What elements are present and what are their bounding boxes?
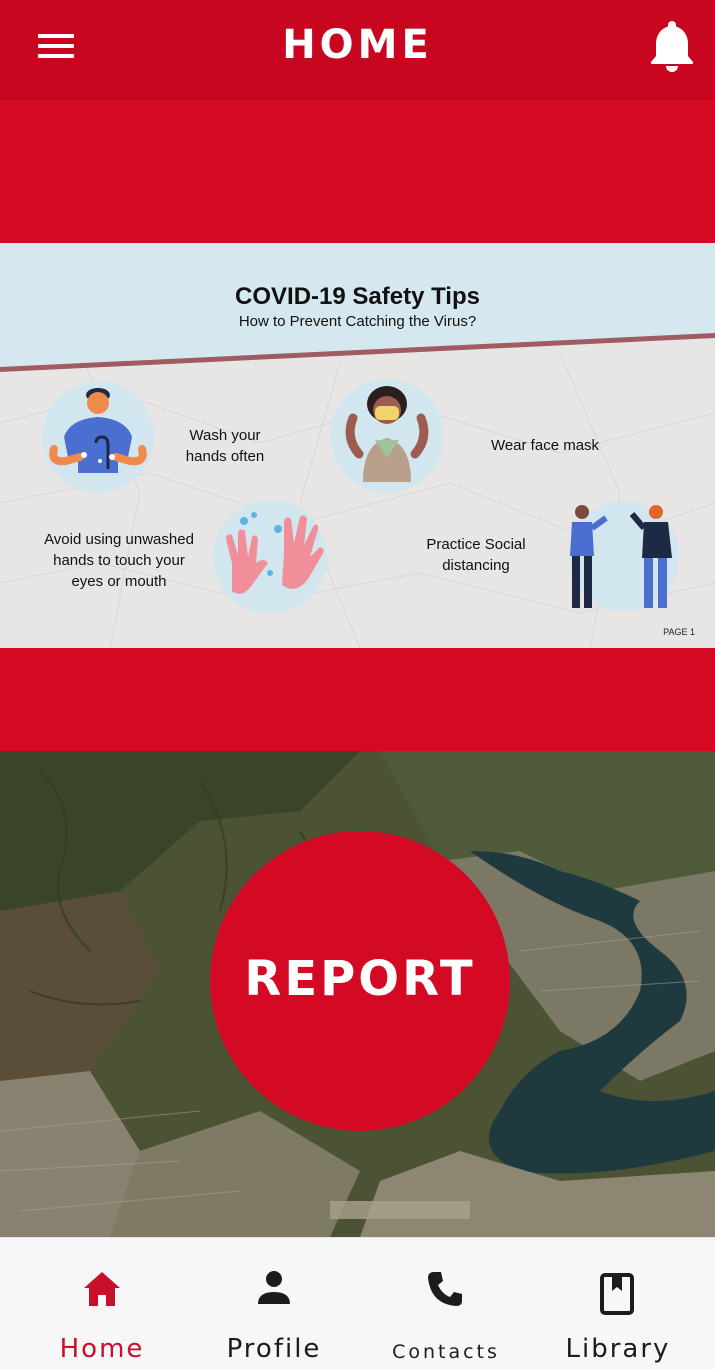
red-band-middle — [0, 648, 715, 751]
banner-page-label: PAGE 1 — [663, 627, 695, 637]
nav-label-contacts: Contacts — [392, 1341, 500, 1363]
banner-subtitle: How to Prevent Catching the Virus? — [238, 313, 477, 330]
nav-label-profile: Profile — [226, 1334, 322, 1364]
safety-tips-banner[interactable]: COVID-19 Safety Tips How to Prevent Catc… — [0, 243, 715, 648]
report-button-label: REPORT — [244, 951, 476, 1007]
tip-label-avoid-touching: Avoid using unwashed hands to touch your… — [44, 531, 194, 590]
book-icon — [600, 1273, 634, 1315]
phone-icon — [428, 1272, 462, 1306]
tip-label-wash-hands: Wash your hands often — [185, 427, 265, 465]
tip-label-social-distancing: Practice Social distancing — [426, 536, 526, 574]
nav-item-library[interactable]: Library — [558, 1238, 678, 1369]
red-band-top — [0, 100, 715, 243]
tip-label-face-mask: Wear face mask — [490, 437, 600, 454]
gloves-illustration — [213, 500, 327, 614]
social-distancing-illustration — [569, 501, 679, 611]
nav-item-profile[interactable]: Profile — [210, 1238, 338, 1369]
handwashing-illustration — [42, 381, 154, 493]
banner-title: COVID-19 Safety Tips — [235, 283, 480, 310]
person-icon — [258, 1271, 290, 1304]
nav-label-home: Home — [59, 1334, 145, 1364]
page-title: HOME — [282, 22, 433, 68]
home-icon — [84, 1272, 120, 1306]
top-app-bar: HOME — [0, 0, 715, 100]
nav-item-contacts[interactable]: Contacts — [384, 1238, 508, 1369]
bottom-navigation-bar: Home Profile Contacts Library — [0, 1237, 715, 1369]
nav-label-library: Library — [565, 1334, 671, 1364]
report-button[interactable]: REPORT — [210, 831, 510, 1131]
bell-icon[interactable] — [648, 18, 696, 74]
nav-item-home[interactable]: Home — [40, 1238, 164, 1369]
face-mask-illustration — [330, 379, 444, 493]
